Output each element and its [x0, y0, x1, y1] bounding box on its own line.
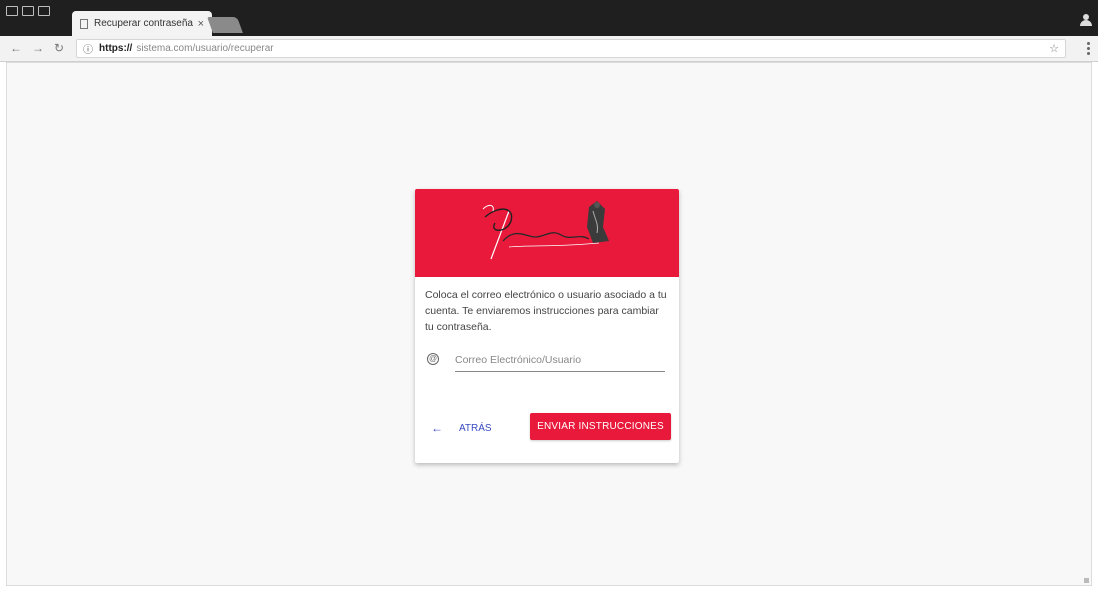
brand-logo — [482, 201, 609, 260]
tab-close-icon[interactable]: × — [198, 18, 204, 30]
reload-icon[interactable]: ↻ — [54, 41, 64, 55]
page-document-icon — [80, 18, 88, 29]
browser-tab[interactable]: Recuperar contraseña × — [72, 11, 212, 36]
secure-lock-icon: ⓘ — [83, 45, 93, 56]
bookmark-star-icon[interactable]: ☆ — [1049, 42, 1059, 55]
instructions-text: Coloca el correo electrónico o usuario a… — [425, 289, 667, 333]
browser-title-bar: Recuperar contraseña × — [0, 0, 1098, 36]
arrow-left-icon: ← — [431, 421, 443, 435]
back-button[interactable]: ← ATRÁS — [431, 417, 492, 439]
send-instructions-button[interactable]: ENVIAR INSTRUCCIONES — [530, 413, 671, 440]
browser-toolbar: ← → ↻ ⓘ https:// sistema.com/usuario/rec… — [0, 36, 1098, 62]
email-field-group: @ — [425, 349, 665, 373]
window-maximize-icon[interactable] — [22, 6, 34, 16]
window-controls — [6, 6, 50, 16]
tab-title: Recuperar contraseña — [94, 18, 193, 29]
scrollbar-corner — [1084, 578, 1089, 583]
back-arrow-icon[interactable]: ← — [10, 41, 22, 55]
forward-arrow-icon[interactable]: → — [32, 41, 44, 55]
back-button-label: ATRÁS — [459, 422, 492, 434]
address-bar[interactable]: ⓘ https:// sistema.com/usuario/recuperar… — [76, 39, 1066, 58]
url-text: sistema.com/usuario/recuperar — [136, 43, 274, 54]
url-scheme: https:// — [99, 43, 133, 54]
window-close-icon[interactable] — [38, 6, 50, 16]
password-recovery-card: Coloca el correo electrónico o usuario a… — [415, 189, 679, 463]
email-input[interactable] — [455, 349, 665, 372]
card-body: Coloca el correo electrónico o usuario a… — [425, 287, 669, 335]
window-minimize-icon[interactable] — [6, 6, 18, 16]
at-sign-icon: @ — [427, 353, 439, 365]
page-viewport: Coloca el correo electrónico o usuario a… — [6, 62, 1092, 586]
new-tab-button[interactable] — [207, 17, 243, 33]
card-header — [415, 189, 679, 277]
account-icon[interactable] — [1080, 14, 1092, 26]
browser-menu-icon[interactable] — [1087, 42, 1090, 57]
